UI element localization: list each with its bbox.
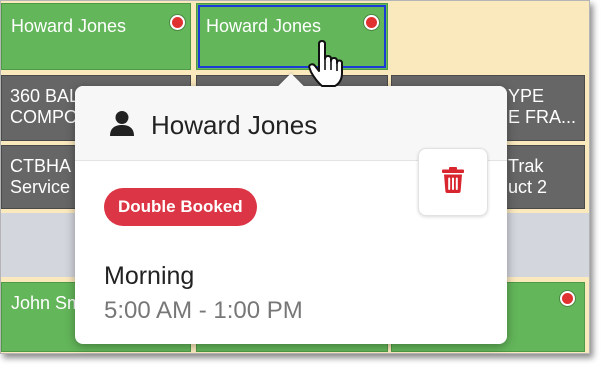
status-badge: Double Booked: [104, 188, 257, 226]
delete-shift-button[interactable]: [418, 148, 488, 216]
conflict-indicator-icon: [560, 291, 575, 306]
shift-cell-text: CTBHA Service: [10, 156, 72, 197]
shift-cell-text: 360 BAL COMPO: [10, 86, 80, 127]
shift-cell-selected[interactable]: Howard Jones: [196, 3, 388, 70]
user-icon: [109, 110, 135, 141]
shift-name: Morning: [104, 262, 195, 290]
trash-icon: [442, 166, 464, 198]
conflict-indicator-icon: [364, 15, 379, 30]
empty-cell[interactable]: [391, 3, 589, 70]
hand-pointer-icon: [308, 40, 344, 93]
shift-cell-text: YPE E FRA...: [508, 86, 577, 127]
shift-employee-name: Howard Jones: [11, 16, 127, 36]
shift-employee-name: John Sm: [11, 293, 83, 313]
shift-employee-name: Howard Jones: [206, 16, 322, 36]
conflict-indicator-icon: [170, 15, 185, 30]
popover-title: Howard Jones: [151, 110, 318, 140]
shift-time: 5:00 AM - 1:00 PM: [104, 297, 303, 324]
shift-details-popover: Howard Jones Double Booked Morning 5:00 …: [75, 73, 507, 344]
shift-cell-text: Trak uct 2: [508, 156, 548, 197]
shift-cell[interactable]: Howard Jones: [1, 3, 191, 70]
